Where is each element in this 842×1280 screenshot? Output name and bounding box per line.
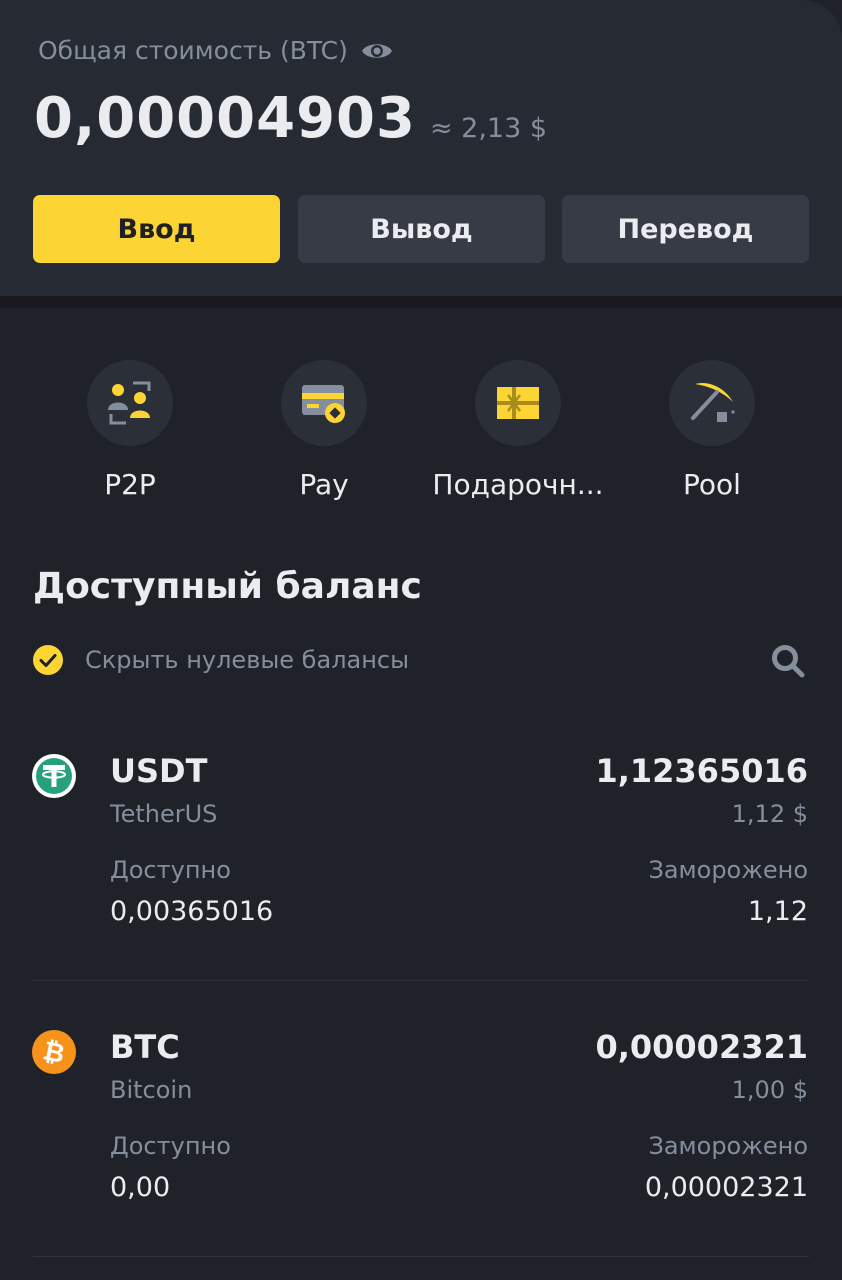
asset-separator	[33, 1256, 809, 1257]
quick-link-label: Pool	[683, 468, 741, 501]
available-label: Доступно	[110, 1132, 231, 1160]
frozen-label: Заморожено	[648, 856, 808, 884]
asset-symbol: BTC	[110, 1028, 180, 1066]
total-value-label: Общая стоимость (BTC)	[38, 36, 348, 65]
total-fiat-value: ≈ 2,13 $	[429, 113, 548, 144]
bitcoin-icon: ₿	[32, 1030, 76, 1074]
gift-card-icon	[497, 387, 539, 419]
asset-fiat-value: 1,00 $	[731, 1076, 808, 1104]
hide-zero-balances-toggle[interactable]: Скрыть нулевые балансы	[33, 645, 409, 675]
available-label: Доступно	[110, 856, 231, 884]
eye-icon[interactable]	[360, 38, 394, 64]
section-divider	[0, 296, 842, 308]
checkbox-checked-icon[interactable]	[33, 645, 63, 675]
frozen-value: 1,12	[747, 896, 808, 927]
total-value-header: Общая стоимость (BTC)	[38, 36, 394, 65]
total-value-row: 0,00004903 ≈ 2,13 $	[34, 86, 547, 151]
asset-total: 1,12365016	[595, 752, 808, 790]
quick-link-gift-card[interactable]: Подарочн...	[418, 360, 618, 501]
frozen-label: Заморожено	[648, 1132, 808, 1160]
deposit-button[interactable]: Ввод	[33, 195, 280, 263]
asset-name: Bitcoin	[110, 1076, 193, 1104]
quick-link-pay[interactable]: Pay	[224, 360, 424, 501]
quick-link-label: P2P	[104, 468, 156, 501]
quick-link-label: Подарочн...	[432, 468, 604, 501]
available-value: 0,00	[110, 1172, 171, 1203]
total-value: 0,00004903	[34, 86, 416, 151]
asset-separator	[33, 980, 809, 981]
search-icon[interactable]	[770, 643, 806, 679]
asset-symbol: USDT	[110, 752, 208, 790]
tether-icon	[32, 754, 76, 798]
pay-card-icon	[302, 385, 345, 423]
frozen-value: 0,00002321	[644, 1172, 808, 1203]
quick-link-label: Pay	[299, 468, 349, 501]
transfer-button[interactable]: Перевод	[562, 195, 809, 263]
available-balance-title: Доступный баланс	[33, 566, 422, 607]
asset-name: TetherUS	[110, 800, 218, 828]
p2p-icon	[108, 381, 151, 425]
pickaxe-icon	[691, 382, 735, 422]
withdraw-button[interactable]: Вывод	[298, 195, 545, 263]
quick-link-p2p[interactable]: P2P	[30, 360, 230, 501]
quick-link-pool[interactable]: Pool	[612, 360, 812, 501]
asset-fiat-value: 1,12 $	[731, 800, 808, 828]
available-value: 0,00365016	[110, 896, 274, 927]
asset-row-btc[interactable]: ₿ BTC Bitcoin 0,00002321 1,00 $ Доступно…	[0, 1028, 842, 1270]
asset-total: 0,00002321	[595, 1028, 808, 1066]
hide-zero-balances-label: Скрыть нулевые балансы	[85, 646, 410, 674]
asset-row-usdt[interactable]: USDT TetherUS 1,12365016 1,12 $ Доступно…	[0, 752, 842, 994]
